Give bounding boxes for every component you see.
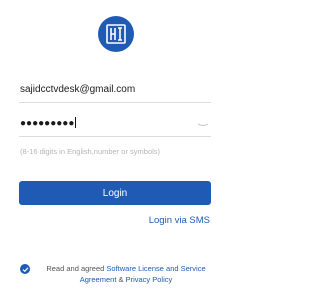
password-hint: (8-16 digits in English,number or symbol… xyxy=(20,147,161,156)
agreement-prefix: Read and agreed xyxy=(46,264,107,273)
login-button[interactable]: Login xyxy=(19,181,211,205)
privacy-policy-link[interactable]: Privacy Policy xyxy=(126,275,173,284)
password-value: ●●●●●●●●● xyxy=(20,117,77,129)
email-value: sajidcctvdesk@gmail.com xyxy=(20,84,136,95)
app-logo-icon xyxy=(98,16,134,52)
hik-connect-logo-glyph xyxy=(106,24,126,44)
agreement-text: Read and agreed Software License and Ser… xyxy=(36,263,216,285)
password-field[interactable]: ●●●●●●●●● xyxy=(19,114,211,137)
eye-closed-icon[interactable] xyxy=(197,122,209,128)
email-field[interactable]: sajidcctvdesk@gmail.com xyxy=(19,80,211,103)
checkmark-icon xyxy=(22,266,28,272)
agreement-checkbox[interactable] xyxy=(20,264,30,274)
password-masked-text: ●●●●●●●●● xyxy=(20,118,75,129)
text-caret xyxy=(75,117,77,128)
login-via-sms-link[interactable]: Login via SMS xyxy=(149,215,210,226)
agreement-ampersand: & xyxy=(116,275,126,284)
